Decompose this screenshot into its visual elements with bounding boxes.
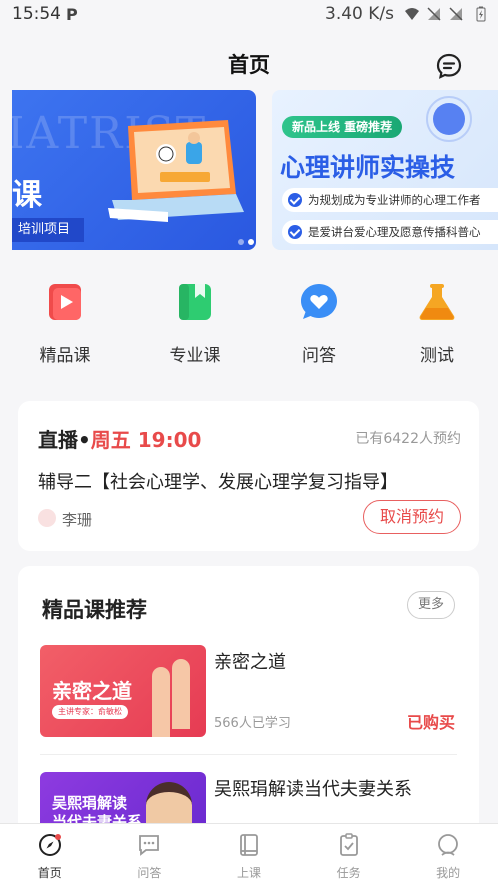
book-open-icon xyxy=(240,834,258,856)
clipboard-check-icon xyxy=(339,833,358,856)
bottom-tab-bar: 首页 问答 上课 任务 我的 xyxy=(0,823,498,883)
tab-qa[interactable]: 问答 xyxy=(100,824,200,883)
category-label: 精品课 xyxy=(39,346,91,366)
category-test[interactable]: 测试 xyxy=(392,282,482,366)
category-premium-course[interactable]: 精品课 xyxy=(20,282,110,366)
finger-illustration-icon xyxy=(172,659,190,729)
badge-decoration-icon xyxy=(426,96,472,142)
flask-icon xyxy=(419,284,455,320)
category-professional-course[interactable]: 专业课 xyxy=(150,282,240,366)
category-label: 专业课 xyxy=(169,346,221,366)
thumbnail-subtitle: 主讲专家：俞敏松 xyxy=(52,705,128,719)
tab-home[interactable]: 首页 xyxy=(0,824,100,883)
banner-title: 心理讲师实操技 xyxy=(280,153,456,182)
recommend-card: 精品课推荐 更多 亲密之道 主讲专家：俞敏松 亲密之道 566人已学习 已购买 … xyxy=(18,566,479,866)
more-button[interactable]: 更多 xyxy=(407,591,455,619)
status-time: 15:54 xyxy=(12,4,61,24)
course-learners: 566人已学习 xyxy=(214,716,291,731)
banner-pill: 新品上线 重磅推荐 xyxy=(282,116,403,138)
banner-tag: 培训项目 xyxy=(12,218,84,242)
tab-class[interactable]: 上课 xyxy=(199,824,299,883)
category-label: 问答 xyxy=(302,346,336,366)
banner-carousel-right[interactable]: 新品上线 重磅推荐 心理讲师实操技 为规划成为专业讲师的心理工作者 是爱讲台爱心… xyxy=(272,90,498,250)
tab-label: 问答 xyxy=(137,866,162,880)
live-time: 周五 19:00 xyxy=(90,428,202,452)
laptop-illustration-icon xyxy=(108,120,244,222)
heart-bubble-icon xyxy=(301,284,337,319)
course-name[interactable]: 亲密之道 xyxy=(214,648,286,674)
wifi-icon xyxy=(405,8,419,20)
compass-icon xyxy=(38,834,61,856)
status-bar: 15:54 P 3.40 K/s xyxy=(0,0,498,30)
chat-bubble-icon[interactable] xyxy=(436,53,462,79)
tab-label: 上课 xyxy=(236,866,261,880)
tab-label: 首页 xyxy=(37,866,62,880)
signal-off-icon xyxy=(427,7,441,21)
profile-icon xyxy=(438,834,459,856)
page-title: 首页 xyxy=(228,53,270,77)
signal-off-icon-2 xyxy=(449,7,463,21)
purchase-status: 已购买 xyxy=(406,713,455,732)
network-speed: 3.40 K/s xyxy=(325,4,394,24)
battery-icon xyxy=(476,6,486,22)
live-heading: 直播•周五 19:00 xyxy=(38,428,202,452)
app-header: 首页 xyxy=(0,30,498,90)
play-video-icon xyxy=(49,284,81,320)
chat-icon xyxy=(139,835,160,856)
section-title: 精品课推荐 xyxy=(42,598,147,622)
teacher-avatar xyxy=(38,509,56,527)
tab-tasks[interactable]: 任务 xyxy=(299,824,399,883)
carousel-dots xyxy=(234,230,254,249)
teacher-name: 李珊 xyxy=(62,511,93,529)
tab-label: 我的 xyxy=(436,866,461,880)
banner-bullet: 是爱讲台爱心理及愿意传播科普心 xyxy=(282,220,498,244)
tab-profile[interactable]: 我的 xyxy=(398,824,498,883)
course-thumbnail[interactable]: 亲密之道 主讲专家：俞敏松 xyxy=(40,645,206,737)
live-card[interactable]: 直播•周五 19:00 已有6422人预约 辅导二【社会心理学、发展心理学复习指… xyxy=(18,401,479,551)
reservation-count: 已有6422人预约 xyxy=(355,431,461,447)
cancel-reservation-button[interactable]: 取消预约 xyxy=(363,500,461,534)
category-qa[interactable]: 问答 xyxy=(274,282,364,366)
category-label: 测试 xyxy=(420,346,454,366)
banner-carousel-left[interactable]: IATRIST 课 培训项目 xyxy=(12,90,256,250)
finger-illustration-icon xyxy=(152,667,170,737)
banner-title-fragment: 课 xyxy=(12,178,42,213)
divider xyxy=(40,754,457,755)
banner-bullet: 为规划成为专业讲师的心理工作者 xyxy=(282,188,498,212)
p-notification-icon: P xyxy=(66,5,78,24)
thumbnail-title: 亲密之道 xyxy=(52,679,132,703)
live-course-title: 辅导二【社会心理学、发展心理学复习指导】 xyxy=(38,472,398,493)
book-icon xyxy=(179,284,211,320)
tab-label: 任务 xyxy=(336,866,361,880)
course-name[interactable]: 吴熙琄解读当代夫妻关系 xyxy=(214,775,412,801)
